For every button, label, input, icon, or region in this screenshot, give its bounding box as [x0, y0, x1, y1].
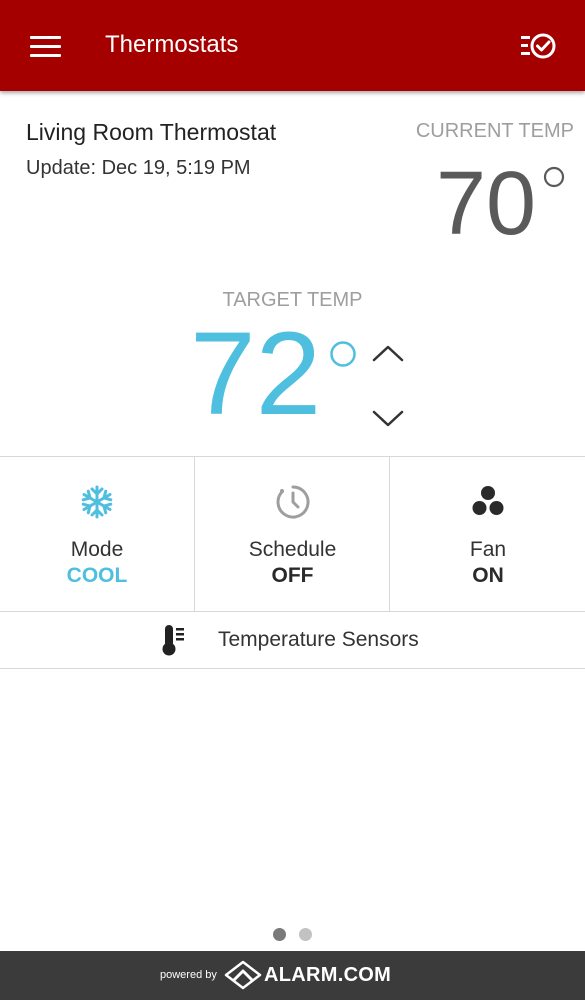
fan-icon — [472, 486, 504, 515]
schedule-value: OFF — [271, 564, 314, 587]
page-dot-active[interactable] — [273, 928, 286, 941]
mode-label: Mode — [70, 538, 124, 561]
degree-icon — [330, 341, 356, 367]
chevron-down-icon — [372, 410, 404, 427]
degree-icon — [543, 166, 565, 188]
current-temp-value: 70 — [436, 154, 537, 254]
schedule-tile[interactable]: Schedule OFF — [194, 457, 390, 611]
decrease-temp-button[interactable] — [371, 408, 405, 430]
thermometer-icon — [162, 625, 184, 656]
brand-name: ALARM.COM — [264, 964, 392, 986]
thermostat-name: Living Room Thermostat — [26, 119, 277, 145]
increase-temp-button[interactable] — [371, 342, 405, 364]
list-check-button[interactable] — [519, 31, 559, 61]
current-temp-label: CURRENT TEMP — [415, 120, 574, 142]
powered-by-text: powered by — [160, 969, 217, 981]
mode-tile[interactable]: Mode COOL — [0, 457, 194, 611]
page-dot[interactable] — [299, 928, 312, 941]
list-check-icon — [521, 33, 556, 59]
page-title: Thermostats — [105, 31, 239, 58]
page-indicator — [0, 928, 585, 942]
schedule-label: Schedule — [248, 538, 337, 561]
alarm-logo-icon — [224, 960, 262, 990]
hamburger-icon — [30, 36, 61, 39]
hamburger-icon-line — [30, 45, 61, 48]
temperature-sensors-row[interactable]: Temperature Sensors — [0, 611, 585, 669]
last-updated: Update: Dec 19, 5:19 PM — [26, 157, 251, 179]
mode-value: COOL — [66, 564, 128, 587]
snowflake-icon — [81, 485, 113, 519]
fan-tile[interactable]: Fan ON — [389, 457, 585, 611]
target-temp-value: 72 — [190, 308, 322, 440]
fan-value: ON — [472, 564, 504, 587]
chevron-up-icon — [372, 345, 404, 362]
fan-label: Fan — [469, 538, 507, 561]
app-bar: Thermostats — [0, 0, 585, 91]
temperature-sensors-label: Temperature Sensors — [218, 628, 419, 651]
footer: powered by ALARM.COM — [0, 951, 585, 1000]
hamburger-icon-line — [30, 54, 61, 57]
clock-icon — [276, 485, 309, 519]
menu-button[interactable] — [30, 36, 62, 58]
control-tiles: Mode COOL Schedule OFF Fan ON — [0, 456, 585, 612]
